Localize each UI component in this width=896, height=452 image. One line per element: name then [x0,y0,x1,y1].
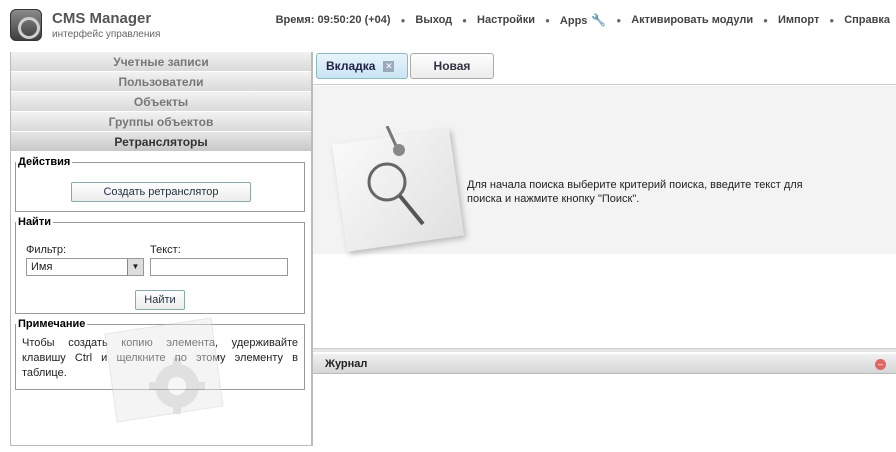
sidebar-item-accounts[interactable]: Учетные записи [11,52,311,72]
header: CMS Manager интерфейс управления Время: … [0,0,896,46]
find-button[interactable]: Найти [135,290,185,310]
horizontal-splitter[interactable] [313,348,896,352]
search-placeholder-area: Для начала поиска выберите критерий поис… [313,86,896,254]
nav-bullet-icon: ● [616,15,622,25]
sidebar-item-objects[interactable]: Объекты [11,92,311,112]
filter-select-value: Имя [31,261,53,273]
search-group: Найти Фильтр: Текст: Имя ▼ Найти [15,216,305,314]
tab-bar: Вкладка ✕ Новая [313,52,896,85]
search-legend: Найти [18,216,51,228]
filter-select[interactable]: Имя ▼ [26,258,144,276]
nav-bullet-icon: ● [545,15,550,25]
nav-bullet-icon: ● [462,15,468,25]
settings-link[interactable]: Настройки [477,14,535,26]
import-link[interactable]: Импорт [778,14,819,26]
sidebar-item-retranslators[interactable]: Ретрансляторы [11,132,311,152]
text-label: Текст: [150,244,181,256]
activate-modules-link[interactable]: Активировать модули [631,14,753,26]
top-nav: Время: 09:50:20 (+04) ● Выход ● Настройк… [276,13,890,27]
sidebar-item-users[interactable]: Пользователи [11,72,311,92]
apps-label: Apps [559,15,588,27]
nav-bullet-icon: ● [763,15,768,25]
apps-link[interactable]: Apps 🔧 [560,13,606,27]
nav-bullet-icon: ● [400,15,406,25]
close-tab-icon[interactable]: ✕ [383,61,395,73]
tab-new[interactable]: Новая [410,53,494,79]
wrench-icon: 🔧 [591,13,607,27]
tab-vkladka-label: Вкладка [326,59,376,73]
search-hint-text: Для начала поиска выберите критерий поис… [467,179,803,205]
chevron-down-icon: ▼ [127,259,143,275]
create-retranslator-button[interactable]: Создать ретранслятор [71,182,251,202]
tab-vkladka[interactable]: Вкладка ✕ [316,53,408,79]
sidebar-item-object-groups[interactable]: Группы объектов [11,112,311,132]
app-logo-icon [10,9,42,41]
actions-group: Действия Создать ретранслятор [15,156,305,212]
app-title: CMS Manager [52,10,152,27]
journal-header: Журнал – [313,354,896,374]
app-subtitle: интерфейс управления [52,29,161,40]
note-legend: Примечание [18,318,86,330]
magnifier-icon [367,126,425,226]
actions-legend: Действия [18,156,71,168]
clock-text: Время: 09:50:20 (+04) [275,14,391,26]
nav-bullet-icon: ● [829,15,835,25]
logout-link[interactable]: Выход [415,14,452,26]
search-text-input[interactable] [150,258,288,276]
filter-label: Фильтр: [26,244,67,256]
journal-close-icon[interactable]: – [875,359,886,370]
folder-gear-icon [104,317,224,423]
journal-title: Журнал [325,358,368,370]
left-panel: Учетные записи Пользователи Объекты Груп… [10,52,312,446]
help-link[interactable]: Справка [844,14,890,26]
